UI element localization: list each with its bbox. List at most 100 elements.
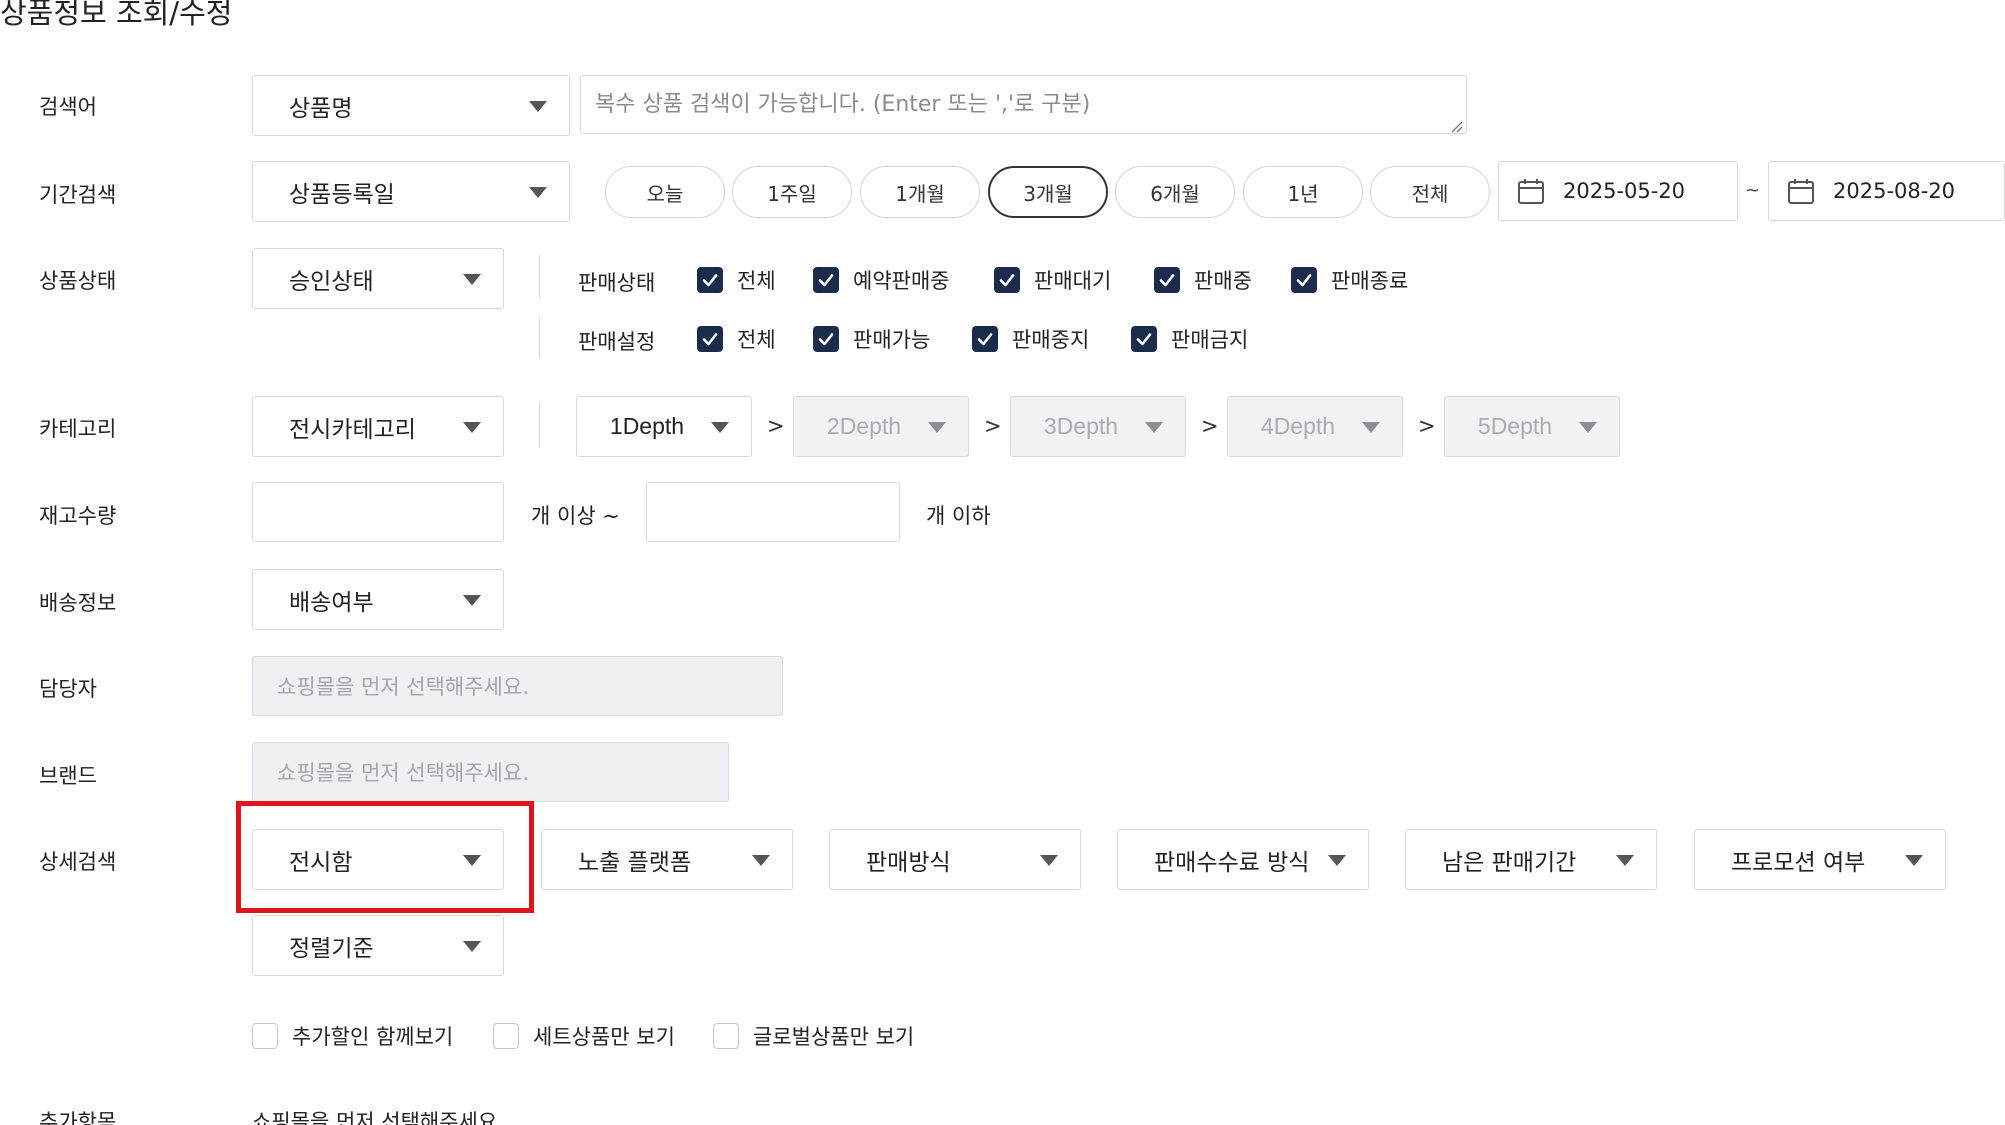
keyword-type-select[interactable]: 상품명 xyxy=(252,75,570,136)
label-stock: 재고수량 xyxy=(39,504,117,528)
category-depth1-select[interactable]: 1Depth xyxy=(576,396,752,457)
sale-status-all-checkbox[interactable]: 전체 xyxy=(697,265,776,295)
checkbox-empty-icon xyxy=(252,1023,278,1049)
chevron-down-icon xyxy=(1040,854,1058,866)
sale-method-select[interactable]: 판매방식 xyxy=(829,829,1081,890)
sort-order-select[interactable]: 정렬기준 xyxy=(252,915,504,976)
divider xyxy=(539,318,540,358)
period-preset-1month[interactable]: 1개월 xyxy=(860,166,980,218)
extra-discount-checkbox[interactable]: 추가할인 함께보기 xyxy=(252,1021,453,1051)
commission-method-select[interactable]: 판매수수료 방식 xyxy=(1117,829,1369,890)
sale-status-waiting-checkbox[interactable]: 판매대기 xyxy=(994,265,1111,295)
period-type-value: 상품등록일 xyxy=(289,181,395,208)
period-type-select[interactable]: 상품등록일 xyxy=(252,161,570,222)
checkbox-checked-icon xyxy=(813,326,839,352)
chevron-down-icon xyxy=(1616,854,1634,866)
chevron-down-icon xyxy=(1579,421,1597,433)
sale-setting-stopped-checkbox[interactable]: 판매중지 xyxy=(972,324,1089,354)
category-depth4-select[interactable]: 4Depth xyxy=(1227,396,1403,457)
checkbox-checked-icon xyxy=(813,267,839,293)
end-date-input[interactable]: 2025-08-20 xyxy=(1768,161,2005,221)
start-date-value: 2025-05-20 xyxy=(1563,179,1686,203)
sale-status-ended-checkbox[interactable]: 판매종료 xyxy=(1291,265,1408,295)
approval-status-value: 승인상태 xyxy=(289,268,374,295)
brand-input[interactable]: 쇼핑몰을 먼저 선택해주세요. xyxy=(252,742,729,802)
stock-min-suffix: 개 이상 ~ xyxy=(531,504,620,528)
label-detail: 상세검색 xyxy=(39,850,117,874)
category-depth2-select[interactable]: 2Depth xyxy=(793,396,969,457)
chevron-down-icon xyxy=(529,100,547,112)
promotion-select[interactable]: 프로모션 여부 xyxy=(1694,829,1946,890)
checkbox-checked-icon xyxy=(697,326,723,352)
end-date-value: 2025-08-20 xyxy=(1833,179,1956,203)
exposure-platform-select[interactable]: 노출 플랫폼 xyxy=(541,829,793,890)
chevron-down-icon xyxy=(1362,421,1380,433)
period-preset-6months[interactable]: 6개월 xyxy=(1115,166,1235,218)
resize-grip-icon[interactable] xyxy=(1449,119,1463,133)
period-preset-1week[interactable]: 1주일 xyxy=(732,166,852,218)
chevron-down-icon xyxy=(463,273,481,285)
sale-status-reserved-checkbox[interactable]: 예약판매중 xyxy=(813,265,950,295)
calendar-icon xyxy=(1518,179,1544,204)
depth-separator: > xyxy=(984,414,1002,438)
global-products-only-checkbox[interactable]: 글로벌상품만 보기 xyxy=(713,1021,914,1051)
period-preset-today[interactable]: 오늘 xyxy=(605,166,725,218)
label-shipping: 배송정보 xyxy=(39,591,117,615)
shipping-value: 배송여부 xyxy=(289,589,374,616)
sale-status-onsale-checkbox[interactable]: 판매중 xyxy=(1154,265,1252,295)
chevron-down-icon xyxy=(1905,854,1923,866)
period-preset-3months[interactable]: 3개월 xyxy=(988,166,1108,218)
depth-separator: > xyxy=(767,414,785,438)
chevron-down-icon xyxy=(1145,421,1163,433)
category-type-value: 전시카테고리 xyxy=(289,416,416,443)
label-status: 상품상태 xyxy=(39,269,117,293)
depth-separator: > xyxy=(1201,414,1219,438)
divider xyxy=(539,255,540,299)
approval-status-select[interactable]: 승인상태 xyxy=(252,248,504,309)
sale-setting-all-checkbox[interactable]: 전체 xyxy=(697,324,776,354)
set-products-only-checkbox[interactable]: 세트상품만 보기 xyxy=(493,1021,675,1051)
checkbox-checked-icon xyxy=(697,267,723,293)
depth-separator: > xyxy=(1418,414,1436,438)
category-depth3-select[interactable]: 3Depth xyxy=(1010,396,1186,457)
chevron-down-icon xyxy=(711,421,729,433)
sale-setting-banned-checkbox[interactable]: 판매금지 xyxy=(1131,324,1248,354)
keyword-search-input[interactable] xyxy=(580,75,1467,134)
checkbox-checked-icon xyxy=(1291,267,1317,293)
checkbox-checked-icon xyxy=(994,267,1020,293)
chevron-down-icon xyxy=(752,854,770,866)
keyword-type-value: 상품명 xyxy=(289,95,353,122)
period-preset-all[interactable]: 전체 xyxy=(1370,166,1490,218)
highlight-box xyxy=(236,801,534,913)
sale-setting-available-checkbox[interactable]: 판매가능 xyxy=(813,324,930,354)
divider xyxy=(539,404,540,448)
label-brand: 브랜드 xyxy=(39,764,97,788)
remaining-period-select[interactable]: 남은 판매기간 xyxy=(1405,829,1657,890)
manager-input[interactable]: 쇼핑몰을 먼저 선택해주세요. xyxy=(252,656,783,716)
label-keyword: 검색어 xyxy=(39,95,97,119)
page-title: 상품정보 조회/수정 xyxy=(0,0,233,30)
sale-status-label: 판매상태 xyxy=(578,271,656,295)
stock-min-input[interactable] xyxy=(252,482,504,542)
checkbox-checked-icon xyxy=(1131,326,1157,352)
label-category: 카테고리 xyxy=(39,417,117,441)
category-type-select[interactable]: 전시카테고리 xyxy=(252,396,504,457)
chevron-down-icon xyxy=(928,421,946,433)
sale-setting-label: 판매설정 xyxy=(578,330,656,354)
label-manager: 담당자 xyxy=(39,677,97,701)
stock-max-input[interactable] xyxy=(646,482,900,542)
label-extra: 추가항목 xyxy=(39,1110,117,1125)
chevron-down-icon xyxy=(463,421,481,433)
calendar-icon xyxy=(1788,179,1814,204)
chevron-down-icon xyxy=(529,186,547,198)
shipping-select[interactable]: 배송여부 xyxy=(252,569,504,630)
checkbox-empty-icon xyxy=(713,1023,739,1049)
date-range-separator: ~ xyxy=(1745,180,1761,201)
category-depth5-select[interactable]: 5Depth xyxy=(1444,396,1620,457)
start-date-input[interactable]: 2025-05-20 xyxy=(1498,161,1738,221)
checkbox-checked-icon xyxy=(972,326,998,352)
checkbox-empty-icon xyxy=(493,1023,519,1049)
chevron-down-icon xyxy=(1328,854,1346,866)
period-preset-1year[interactable]: 1년 xyxy=(1243,166,1363,218)
extra-message: 쇼핑몰을 먼저 선택해주세요. xyxy=(252,1110,504,1125)
